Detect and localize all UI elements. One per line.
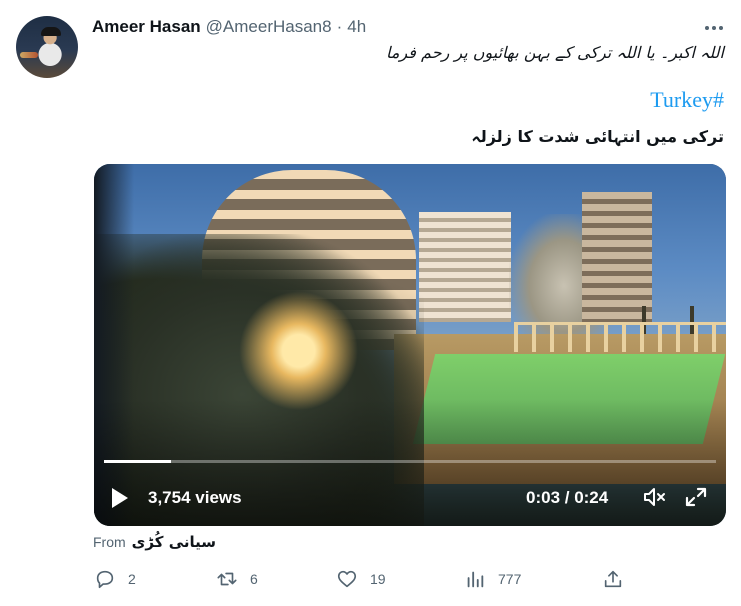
heart-icon xyxy=(337,570,357,588)
video-progress-bar[interactable] xyxy=(104,460,716,463)
source-account-link[interactable]: سیانی کُڑی xyxy=(132,533,216,551)
fullscreen-icon[interactable] xyxy=(684,486,708,508)
like-button[interactable]: 19 xyxy=(336,568,386,590)
reply-count: 2 xyxy=(128,571,136,587)
tweet-header: Ameer Hasan @AmeerHasan8 · 4h xyxy=(92,17,366,37)
mute-icon[interactable] xyxy=(642,486,666,508)
hashtag-link[interactable]: Turkey# xyxy=(650,87,724,113)
avatar-cap xyxy=(41,27,61,36)
header-separator: · xyxy=(336,17,343,36)
video-time: 0:03 / 0:24 xyxy=(526,488,609,507)
like-count: 19 xyxy=(370,571,386,587)
video-player[interactable]: 3,754 views 0:03 / 0:24 xyxy=(94,164,726,526)
video-view-count: 3,754 views xyxy=(148,488,242,507)
ellipsis-icon[interactable] xyxy=(700,16,728,40)
video-controls: 3,754 views 0:03 / 0:24 xyxy=(94,480,726,516)
reply-button[interactable]: 2 xyxy=(94,568,136,590)
retweet-button[interactable]: 6 xyxy=(216,568,258,590)
author-avatar[interactable] xyxy=(16,16,78,78)
views-button[interactable]: 777 xyxy=(464,568,521,590)
retweet-count: 6 xyxy=(250,571,258,587)
tweet-timestamp[interactable]: 4h xyxy=(347,17,366,37)
author-handle[interactable]: @AmeerHasan8 xyxy=(206,17,332,37)
source-from-label: From xyxy=(93,534,126,550)
share-button[interactable] xyxy=(602,568,624,590)
video-frame-vignette xyxy=(94,164,726,526)
tweet-text-line2: ترکی میں انتہائی شدت کا زلزلہ xyxy=(471,127,724,146)
video-progress-fill xyxy=(104,460,172,463)
avatar-background-lights xyxy=(20,52,38,58)
author-name[interactable]: Ameer Hasan xyxy=(92,17,201,37)
play-icon[interactable] xyxy=(112,488,128,508)
retweet-icon xyxy=(217,572,237,586)
share-icon xyxy=(604,570,622,588)
tweet-actions: 2 6 19 777 xyxy=(92,568,632,592)
analytics-icon xyxy=(467,571,484,588)
video-source: From سیانی کُڑی xyxy=(93,533,216,551)
tweet-text-line1: اللہ اکبر۔ یا اللہ ترکی کے بہن بھائیوں پ… xyxy=(386,43,724,62)
reply-icon xyxy=(96,570,114,589)
view-count: 777 xyxy=(498,571,522,587)
